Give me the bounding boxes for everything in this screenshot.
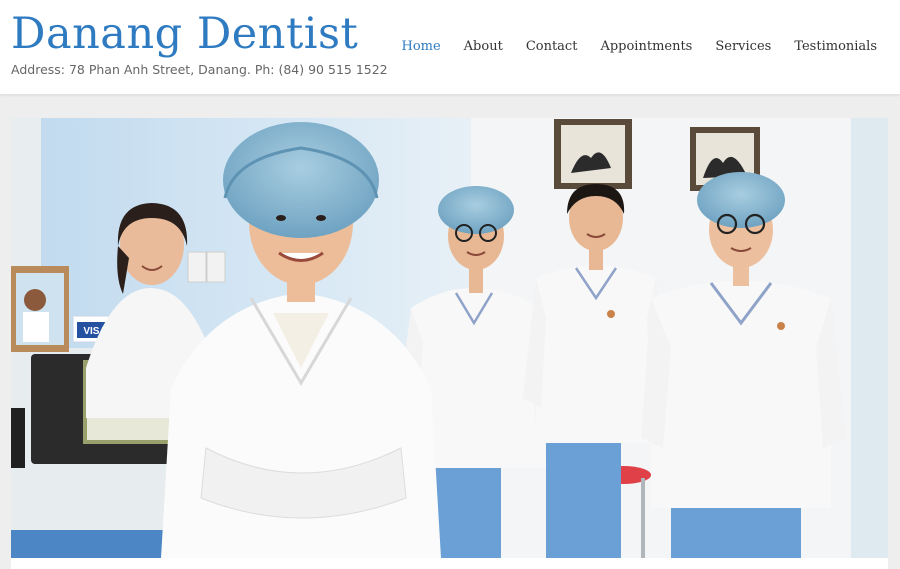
nav-item-home[interactable]: Home bbox=[401, 38, 440, 56]
desk-photo-frame bbox=[11, 266, 69, 352]
main-nav: Home About Contact Appointments Services… bbox=[378, 38, 877, 56]
hero-image: VISA bbox=[11, 118, 888, 558]
site-title[interactable]: Danang Dentist bbox=[11, 8, 388, 60]
site-branding: Danang Dentist Address: 78 Phan Anh Stre… bbox=[11, 8, 388, 78]
nav-item-about[interactable]: About bbox=[464, 38, 503, 56]
nav-item-services[interactable]: Services bbox=[715, 38, 771, 56]
site-tagline: Address: 78 Phan Anh Street, Danang. Ph:… bbox=[11, 62, 388, 77]
wall-frame-1 bbox=[554, 119, 632, 189]
dental-team-illustration: VISA bbox=[11, 118, 888, 558]
nav-item-appointments[interactable]: Appointments bbox=[600, 38, 692, 56]
nav-item-testimonials[interactable]: Testimonials bbox=[794, 38, 877, 56]
nav-item-contact[interactable]: Contact bbox=[526, 38, 578, 56]
site-header: Danang Dentist Address: 78 Phan Anh Stre… bbox=[0, 0, 900, 95]
hero-caption-area bbox=[11, 558, 888, 569]
